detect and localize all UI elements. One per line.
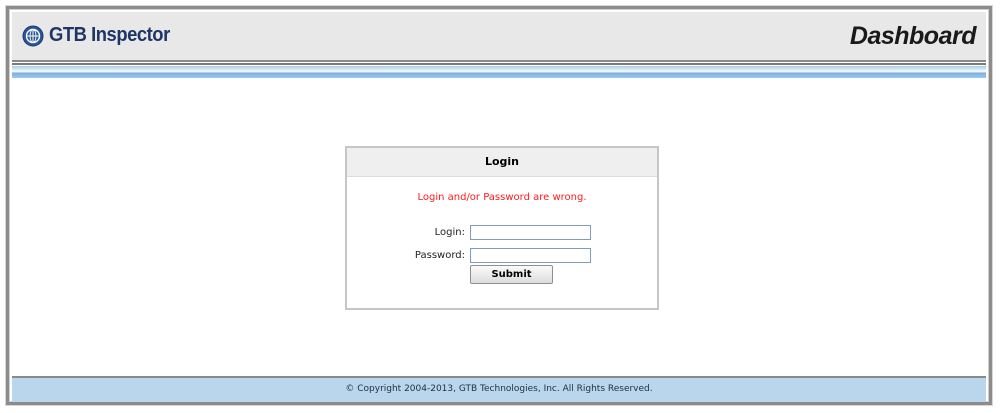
password-input[interactable] — [470, 248, 591, 263]
header-blue-band — [12, 66, 986, 78]
header-divider — [12, 63, 986, 65]
copyright-text: © Copyright 2004-2013, GTB Technologies,… — [345, 384, 653, 394]
password-label: Password: — [414, 250, 465, 261]
login-panel-title: Login — [347, 148, 657, 177]
footer-bar: © Copyright 2004-2013, GTB Technologies,… — [12, 376, 986, 402]
password-row: Password: — [347, 248, 657, 264]
page-title: Dashboard — [849, 22, 977, 50]
login-panel: Login Login and/or Password are wrong. L… — [345, 146, 659, 310]
header-bar: GTB Inspector Dashboard — [12, 12, 986, 62]
gtb-logo: GTB Inspector — [22, 24, 180, 47]
app-frame: GTB Inspector Dashboard Login Login and/… — [6, 6, 992, 405]
logo-text: GTB Inspector — [49, 24, 170, 46]
login-input[interactable] — [470, 225, 591, 240]
gtb-globe-icon — [22, 25, 44, 46]
submit-button[interactable]: Submit — [470, 265, 553, 284]
login-error-message: Login and/or Password are wrong. — [417, 192, 587, 203]
login-row: Login: — [347, 225, 657, 241]
login-label: Login: — [434, 227, 465, 238]
